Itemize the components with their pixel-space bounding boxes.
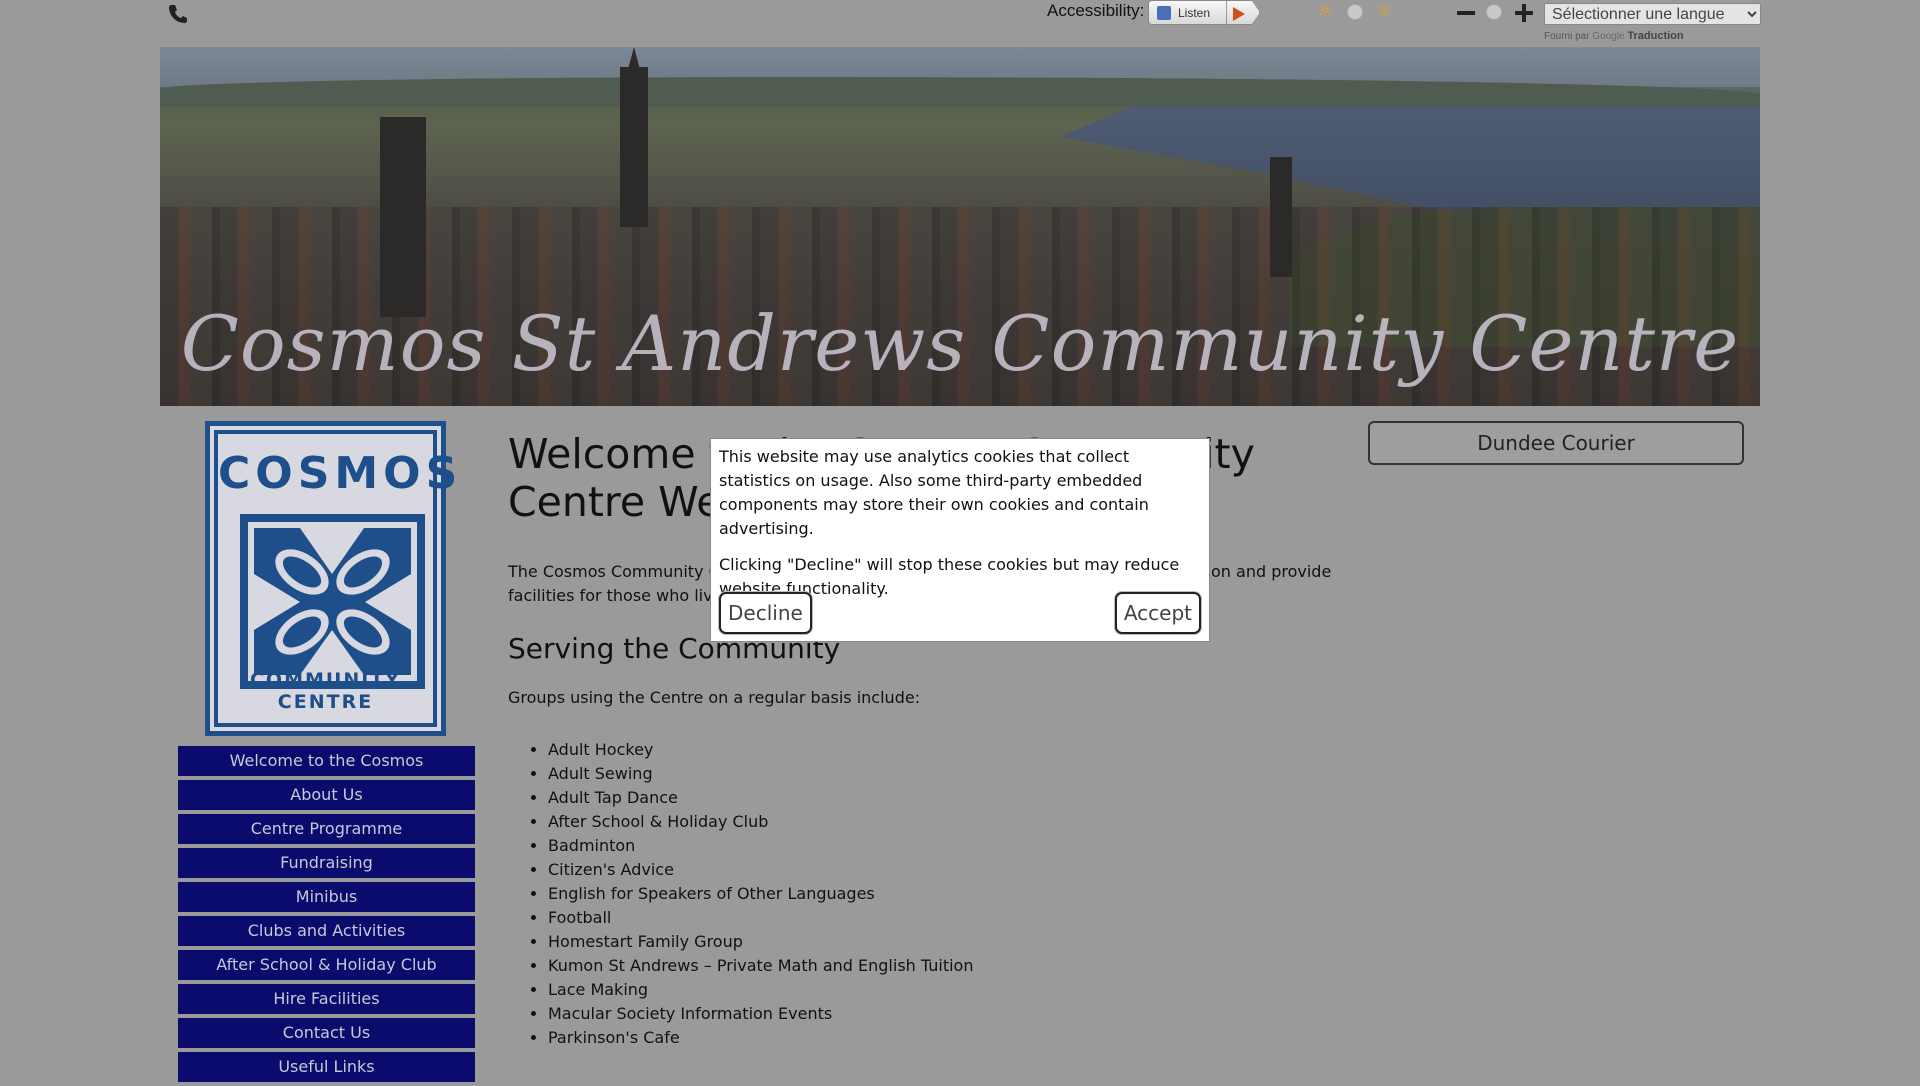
list-item: Lace Making xyxy=(548,978,1338,1002)
contrast-reset-button[interactable] xyxy=(1347,4,1363,20)
list-item: Citizen's Advice xyxy=(548,858,1338,882)
logo-inner: COSMOS COMMUNITY CENTRE xyxy=(214,430,463,727)
accessibility-label: Accessibility: xyxy=(1047,1,1145,20)
language-select[interactable]: Sélectionner une langue xyxy=(1544,3,1761,25)
list-item: After School & Holiday Club xyxy=(548,810,1338,834)
list-item: English for Speakers of Other Languages xyxy=(548,882,1338,906)
nav-item-centre-programme[interactable]: Centre Programme xyxy=(178,814,475,844)
nav-item-after-school[interactable]: After School & Holiday Club xyxy=(178,950,475,980)
minus-icon[interactable] xyxy=(1457,11,1475,15)
font-reset-button[interactable] xyxy=(1486,4,1502,20)
list-item: Parkinson's Cafe xyxy=(548,1026,1338,1050)
cosmos-logo[interactable]: COSMOS COMMUNITY CENTRE xyxy=(205,421,463,736)
nav-item-minibus[interactable]: Minibus xyxy=(178,882,475,912)
sun-icon[interactable]: ☼ xyxy=(1317,3,1333,21)
powered-by-text: Fourni par xyxy=(1544,31,1590,42)
header-banner: Cosmos St Andrews Community Centre xyxy=(160,47,1760,406)
listen-divider xyxy=(1226,1,1227,25)
list-item: Macular Society Information Events xyxy=(548,1002,1338,1026)
list-item: Football xyxy=(548,906,1338,930)
phone-icon[interactable] xyxy=(168,4,188,24)
plus-icon[interactable] xyxy=(1515,4,1533,22)
nav-item-hire-facilities[interactable]: Hire Facilities xyxy=(178,984,475,1014)
list-item: Adult Tap Dance xyxy=(548,786,1338,810)
listen-button[interactable]: Listen xyxy=(1148,0,1260,25)
nav-item-clubs-activities[interactable]: Clubs and Activities xyxy=(178,916,475,946)
nav-item-useful-links[interactable]: Useful Links xyxy=(178,1052,475,1082)
nav-item-fundraising[interactable]: Fundraising xyxy=(178,848,475,878)
google-translate-attribution: Fourni par Google Traduction xyxy=(1544,30,1684,42)
google-logo: Google xyxy=(1592,31,1625,42)
logo-emblem-icon xyxy=(240,514,425,689)
cookie-consent-dialog: This website may use analytics cookies t… xyxy=(710,438,1210,642)
sun-icon[interactable]: ☼ xyxy=(1376,3,1392,21)
list-item: Kumon St Andrews – Private Math and Engl… xyxy=(548,954,1338,978)
groups-list: Adult Hockey Adult Sewing Adult Tap Danc… xyxy=(508,738,1338,1050)
play-icon xyxy=(1233,7,1245,21)
top-utility-bar: Accessibility: Listen ☼ ☼ Sélectionner u… xyxy=(160,0,1761,46)
logo-top-text: COSMOS xyxy=(218,448,463,499)
decline-button[interactable]: Decline xyxy=(719,592,812,634)
logo-frame: COSMOS COMMUNITY CENTRE xyxy=(210,426,463,731)
logo-panel: COSMOS COMMUNITY CENTRE xyxy=(218,434,463,723)
nav-item-contact-us[interactable]: Contact Us xyxy=(178,1018,475,1048)
list-item: Adult Sewing xyxy=(548,762,1338,786)
translate-link[interactable]: Traduction xyxy=(1627,30,1683,42)
listen-label: Listen xyxy=(1178,6,1211,20)
cookie-text: This website may use analytics cookies t… xyxy=(719,447,1149,538)
banner-title: Cosmos St Andrews Community Centre xyxy=(180,299,1740,388)
list-item: Badminton xyxy=(548,834,1338,858)
logo-bottom-text: COMMUNITY CENTRE xyxy=(249,669,402,713)
dundee-courier-button[interactable]: Dundee Courier xyxy=(1368,421,1744,465)
nav-item-welcome[interactable]: Welcome to the Cosmos xyxy=(178,746,475,776)
nav-item-about-us[interactable]: About Us xyxy=(178,780,475,810)
banner-tower xyxy=(1270,157,1292,277)
accept-button[interactable]: Accept xyxy=(1114,592,1201,634)
groups-intro: Groups using the Centre on a regular bas… xyxy=(508,688,921,707)
main-navigation: Welcome to the Cosmos About Us Centre Pr… xyxy=(178,746,475,1086)
banner-tower xyxy=(380,117,426,317)
speaker-icon xyxy=(1157,6,1171,20)
list-item: Adult Hockey xyxy=(548,738,1338,762)
banner-tower xyxy=(620,67,648,227)
list-item: Homestart Family Group xyxy=(548,930,1338,954)
